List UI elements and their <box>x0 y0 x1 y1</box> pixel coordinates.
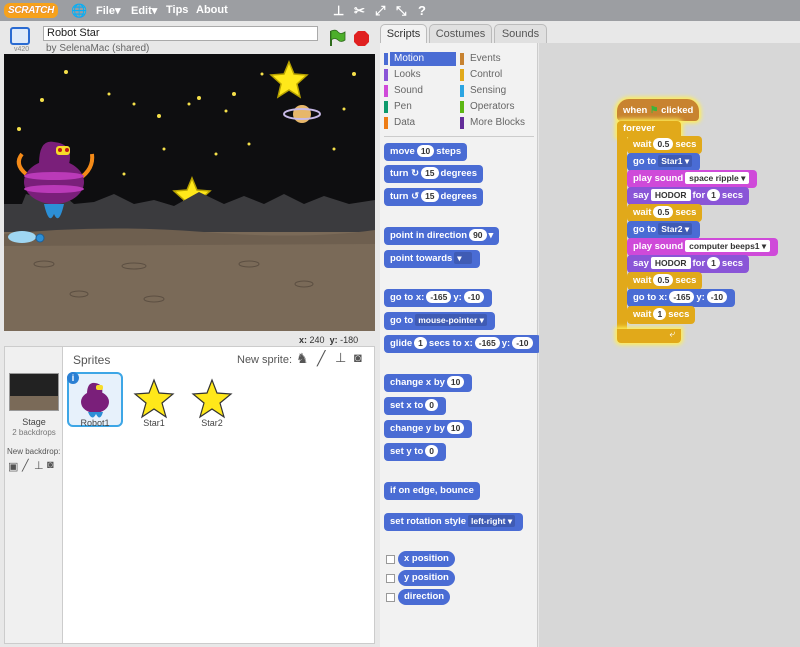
scripts-area[interactable]: when ⚑ clicked forever ⤶ wait 0.5 secs go … <box>539 43 800 647</box>
block-point-in-direction[interactable]: point in direction 90 ▾ <box>384 227 500 245</box>
script-say-1[interactable]: say HODOR for 1 secs <box>627 187 750 205</box>
upload-backdrop-icon[interactable]: ⊥ <box>34 459 44 472</box>
stage-scene <box>4 54 375 331</box>
backdrop-count: 2 backdrops <box>12 428 56 437</box>
stage-thumbnail[interactable] <box>9 373 59 411</box>
project-author: by SelenaMac (shared) <box>46 43 150 54</box>
reporter-x-position[interactable]: x position <box>398 551 455 567</box>
stage-coordinates: x: 240 y: -180 <box>299 335 359 345</box>
info-icon[interactable]: i <box>67 372 79 384</box>
script-wait-1[interactable]: wait 0.5 secs <box>627 136 703 154</box>
menubar: SCRATCH 🌐 File▾ Edit▾ Tips About ⊥ ✂ ⤢ ⤡… <box>0 0 800 21</box>
script-wait-3[interactable]: wait 0.5 secs <box>627 272 703 290</box>
script-go-to-star1[interactable]: go to Star1 ▾ <box>627 153 701 171</box>
block-turn-left[interactable]: turn ↺ 15 degrees <box>384 188 483 206</box>
new-sprite-label: New sprite: <box>237 354 293 366</box>
duplicate-stamp-icon[interactable]: ⊥ <box>333 3 344 19</box>
category-looks[interactable]: Looks <box>384 68 456 82</box>
x-position-checkbox[interactable] <box>386 555 395 564</box>
script-stack: when ⚑ clicked forever ⤶ wait 0.5 secs go … <box>616 93 800 343</box>
category-sensing[interactable]: Sensing <box>460 84 532 98</box>
block-point-towards[interactable]: point towards ▾ <box>384 250 481 268</box>
category-operators[interactable]: Operators <box>460 100 532 114</box>
turn-right-icon: ↻ <box>411 168 420 179</box>
stage-canvas[interactable] <box>4 54 375 331</box>
camera-sprite-icon[interactable]: ◙ <box>354 350 362 365</box>
tab-sounds[interactable]: Sounds <box>494 24 547 43</box>
block-glide[interactable]: glide 1 secs to x: -165 y: -10 <box>384 335 541 353</box>
script-wait-2[interactable]: wait 0.5 secs <box>627 204 703 222</box>
fullscreen-icon[interactable] <box>10 27 30 45</box>
sprites-header: Sprites <box>73 353 111 367</box>
cut-scissors-icon[interactable]: ✂ <box>354 3 365 19</box>
tab-scripts[interactable]: Scripts <box>380 24 427 43</box>
sprite-library-icon[interactable]: ♞ <box>296 350 309 367</box>
y-position-checkbox[interactable] <box>386 574 395 583</box>
block-turn-right[interactable]: turn ↻ 15 degrees <box>384 165 483 183</box>
category-motion[interactable]: Motion <box>384 52 456 66</box>
block-set-rotation-style[interactable]: set rotation style left-right ▾ <box>384 513 524 531</box>
block-palette: Motion Events Looks Control Sound Sensin… <box>380 43 541 647</box>
block-change-y[interactable]: change y by 10 <box>384 420 473 438</box>
block-go-to-target[interactable]: go to mouse-pointer ▾ <box>384 312 495 330</box>
block-change-x[interactable]: change x by 10 <box>384 374 473 392</box>
project-title-input[interactable]: Robot Star <box>43 26 318 41</box>
globe-icon[interactable]: 🌐 <box>71 3 87 19</box>
tab-costumes[interactable]: Costumes <box>429 24 492 43</box>
block-move-steps[interactable]: move 10 steps <box>384 143 468 161</box>
grow-icon[interactable]: ⤢ <box>375 3 385 19</box>
robot1-thumbnail <box>81 382 109 418</box>
category-events[interactable]: Events <box>460 52 532 66</box>
block-if-on-edge-bounce[interactable]: if on edge, bounce <box>384 482 480 500</box>
tips-menu[interactable]: Tips <box>166 4 188 16</box>
sprite-name-star2: Star2 <box>201 418 223 428</box>
script-play-sound-1[interactable]: play sound space ripple ▾ <box>627 170 758 188</box>
upload-sprite-icon[interactable]: ⊥ <box>335 350 346 366</box>
scratch-logo[interactable]: SCRATCH <box>4 3 58 18</box>
camera-backdrop-icon[interactable]: ◙ <box>47 459 54 471</box>
category-divider <box>384 136 534 137</box>
star1-thumbnail <box>133 378 175 419</box>
turn-left-icon: ↺ <box>411 191 420 202</box>
block-set-x[interactable]: set x to 0 <box>384 397 446 415</box>
reporter-direction[interactable]: direction <box>398 589 451 605</box>
category-more-blocks[interactable]: More Blocks <box>460 116 532 130</box>
forever-left-arm <box>617 137 627 331</box>
block-go-to-xy[interactable]: go to x: -165 y: -10 <box>384 289 493 307</box>
help-icon[interactable]: ? <box>418 3 426 18</box>
block-when-flag-clicked[interactable]: when ⚑ clicked <box>617 99 700 121</box>
script-wait-4[interactable]: wait 1 secs <box>627 306 696 324</box>
script-go-to-xy[interactable]: go to x: -165 y: -10 <box>627 289 736 307</box>
category-pen[interactable]: Pen <box>384 100 456 114</box>
stage-column: Stage 2 backdrops New backdrop: ▣ ╱ ⊥ ◙ <box>5 347 63 643</box>
green-flag-icon[interactable] <box>328 29 346 47</box>
block-set-y[interactable]: set y to 0 <box>384 443 446 461</box>
reporter-y-position[interactable]: y position <box>398 570 455 586</box>
category-sound[interactable]: Sound <box>384 84 456 98</box>
new-backdrop-label: New backdrop: <box>7 447 61 456</box>
paint-backdrop-icon[interactable]: ╱ <box>22 459 29 472</box>
script-go-to-star2[interactable]: go to Star2 ▾ <box>627 221 701 239</box>
script-say-2[interactable]: say HODOR for 1 secs <box>627 255 750 273</box>
shrink-icon[interactable]: ⤡ <box>396 3 406 19</box>
green-flag-icon: ⚑ <box>649 105 659 116</box>
direction-checkbox[interactable] <box>386 593 395 602</box>
category-control[interactable]: Control <box>460 68 532 82</box>
forever-bottom: ⤶ <box>617 329 681 343</box>
paint-sprite-icon[interactable]: ╱ <box>317 350 325 367</box>
script-play-sound-2[interactable]: play sound computer beeps1 ▾ <box>627 238 779 256</box>
stage-label: Stage <box>22 417 46 427</box>
backdrop-library-icon[interactable]: ▣ <box>8 460 18 473</box>
block-forever[interactable]: forever <box>617 121 681 137</box>
about-menu[interactable]: About <box>196 4 228 16</box>
edit-menu[interactable]: Edit▾ <box>131 4 157 17</box>
version-label: v420 <box>14 46 30 53</box>
stop-sign-icon[interactable] <box>353 30 370 47</box>
star2-thumbnail <box>191 378 233 419</box>
file-menu[interactable]: File▾ <box>96 4 120 17</box>
category-data[interactable]: Data <box>384 116 456 130</box>
sprites-panel: Stage 2 backdrops New backdrop: ▣ ╱ ⊥ ◙ … <box>4 346 375 644</box>
